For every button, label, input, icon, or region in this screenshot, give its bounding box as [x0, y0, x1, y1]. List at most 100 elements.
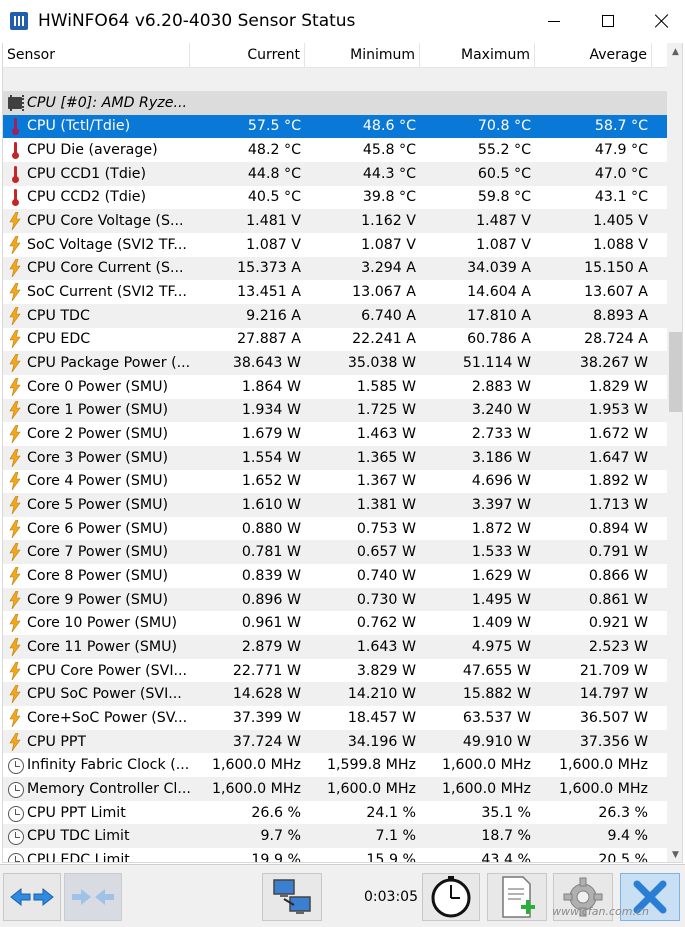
value-average: 36.507 W	[579, 709, 648, 726]
table-row[interactable]: Memory Controller Cl... 1,600.0 MHz 1,600.…	[3, 777, 667, 801]
table-row[interactable]: CPU Core Voltage (S... 1.481 V 1.162 V 1.48…	[3, 209, 667, 233]
column-header-minimum[interactable]: Minimum	[305, 43, 420, 68]
table-row[interactable]: CPU PPT Limit 26.6 % 24.1 % 35.1 % 26.3 %	[3, 801, 667, 825]
sensor-name-cell: CPU EDC	[3, 328, 190, 352]
table-row[interactable]: CPU EDC Limit 19.9 % 15.9 % 43.4 % 20.5 %	[3, 848, 667, 863]
value-average: 26.3 %	[598, 804, 648, 821]
sensor-name-cell: CPU Core Voltage (S...	[3, 209, 190, 233]
close-icon	[655, 14, 669, 28]
value-minimum: 1.365 W	[356, 449, 416, 466]
value-average: 47.9 °C	[594, 142, 648, 159]
table-row[interactable]: Core+SoC Power (SV... 37.399 W 18.457 W 63.…	[3, 706, 667, 730]
value-minimum: 1.381 W	[356, 496, 416, 513]
table-row[interactable]: Core 5 Power (SMU) 1.610 W 1.381 W 3.397 W 1…	[3, 493, 667, 517]
table-row[interactable]: CPU CCD1 (Tdie) 44.8 °C 44.3 °C 60.5 °C 47.0…	[3, 161, 667, 186]
column-header-maximum[interactable]: Maximum	[420, 43, 535, 68]
sensor-name-cell: Core 2 Power (SMU)	[3, 422, 190, 446]
table-row[interactable]: SoC Current (SVI2 TF... 13.451 A 13.067 A 1…	[3, 280, 667, 304]
table-row[interactable]: CPU EDC 27.887 A 22.241 A 60.786 A 28.724 A	[3, 328, 667, 352]
table-row[interactable]: Core 1 Power (SMU) 1.934 W 1.725 W 3.240 W 1…	[3, 398, 667, 423]
column-header-sensor[interactable]: Sensor	[3, 43, 190, 68]
table-row[interactable]: Core 8 Power (SMU) 0.839 W 0.740 W 1.629 W 0…	[3, 564, 667, 588]
network-button[interactable]	[262, 873, 322, 921]
table-row[interactable]: SoC Voltage (SVI2 TF... 1.087 V 1.087 V 1.0…	[3, 233, 667, 257]
sensor-name-cell: Core 5 Power (SMU)	[3, 493, 190, 517]
table-row[interactable]: CPU Core Current (S... 15.373 A 3.294 A 34.…	[3, 256, 667, 281]
value-minimum: 15.9 %	[366, 851, 416, 863]
value-average: 43.1 °C	[594, 189, 648, 206]
table-row[interactable]: CPU SoC Power (SVI... 14.628 W 14.210 W 15.…	[3, 682, 667, 707]
table-row[interactable]: CPU TDC Limit 9.7 % 7.1 % 18.7 % 9.4 %	[3, 824, 667, 848]
sensor-group-row[interactable]: CPU [#0]: AMD Ryze...	[3, 91, 667, 115]
scroll-up-arrow-icon[interactable]: ▲	[667, 43, 682, 60]
title-bar[interactable]: HWiNFO64 v6.20-4030 Sensor Status	[0, 0, 685, 42]
lightning-icon	[7, 283, 23, 302]
lightning-icon	[7, 330, 23, 349]
table-row[interactable]: Core 7 Power (SMU) 0.781 W 0.657 W 1.533 W 0…	[3, 540, 667, 565]
table-row[interactable]: CPU TDC 9.216 A 6.740 A 17.810 A 8.893 A	[3, 303, 667, 328]
sensor-label: CPU [#0]: AMD Ryze...	[27, 94, 187, 111]
sensor-label: Core 7 Power (SMU)	[27, 544, 168, 561]
reset-clock-button[interactable]	[422, 873, 480, 921]
logging-button[interactable]	[487, 873, 547, 921]
lightning-icon	[7, 590, 23, 609]
sensor-label: CPU PPT Limit	[27, 804, 126, 821]
table-row[interactable]: Core 9 Power (SMU) 0.896 W 0.730 W 1.495 W 0…	[3, 587, 667, 612]
column-header-average[interactable]: Average	[535, 43, 652, 68]
value-minimum: 1.162 V	[361, 213, 416, 230]
value-minimum: 44.3 °C	[362, 165, 416, 182]
sensor-label: SoC Voltage (SVI2 TF...	[27, 236, 187, 253]
value-maximum: 1,600.0 MHz	[441, 757, 531, 774]
value-minimum: 24.1 %	[366, 804, 416, 821]
value-minimum: 0.657 W	[356, 544, 416, 561]
value-maximum: 59.8 °C	[477, 189, 531, 206]
table-row[interactable]: CPU Core Power (SVI... 22.771 W 3.829 W 47.…	[3, 659, 667, 683]
value-minimum: 6.740 A	[361, 307, 416, 324]
value-maximum: 1.629 W	[471, 567, 531, 584]
elapsed-time: 0:03:05	[364, 889, 418, 905]
value-current: 0.880 W	[241, 520, 301, 537]
table-row[interactable]: CPU CCD2 (Tdie) 40.5 °C 39.8 °C 59.8 °C 43.1…	[3, 186, 667, 210]
vertical-scrollbar[interactable]: ▲ ▼	[667, 43, 682, 862]
value-maximum: 4.696 W	[471, 473, 531, 490]
table-row[interactable]: Core 4 Power (SMU) 1.652 W 1.367 W 4.696 W 1…	[3, 470, 667, 494]
minimize-button[interactable]	[531, 0, 577, 42]
value-minimum: 3.294 A	[361, 260, 416, 277]
value-average: 38.267 W	[579, 355, 648, 372]
table-row[interactable]: CPU PPT 37.724 W 34.196 W 49.910 W 37.356 W	[3, 729, 667, 754]
scrollbar-thumb[interactable]	[669, 332, 682, 412]
table-row[interactable]: Core 2 Power (SMU) 1.679 W 1.463 W 2.733 W 1…	[3, 422, 667, 446]
value-minimum: 14.210 W	[347, 686, 416, 703]
navigate-arrows-disabled-button[interactable]	[64, 873, 122, 921]
scroll-down-arrow-icon[interactable]: ▼	[667, 846, 682, 862]
maximize-button[interactable]	[585, 0, 631, 42]
column-header-current[interactable]: Current	[190, 43, 305, 68]
sensor-rows: CPU [#0]: AMD Ryze... CPU (Tctl/Tdie) 57.5…	[3, 68, 667, 863]
navigate-arrows-button[interactable]	[3, 873, 61, 921]
value-average: 28.724 A	[584, 331, 648, 348]
table-row[interactable]: Core 11 Power (SMU) 2.879 W 1.643 W 4.975 W…	[3, 635, 667, 659]
table-row[interactable]: CPU Package Power (... 38.643 W 35.038 W 51…	[3, 351, 667, 375]
lightning-icon	[7, 448, 23, 467]
close-window-button[interactable]	[639, 0, 685, 42]
table-row[interactable]: Infinity Fabric Clock (... 1,600.0 MHz 1,5…	[3, 753, 667, 777]
table-row[interactable]: Core 3 Power (SMU) 1.554 W 1.365 W 3.186 W 1…	[3, 445, 667, 470]
lightning-icon	[7, 637, 23, 656]
sensor-name-cell: CPU EDC Limit	[3, 848, 190, 862]
clock-icon	[7, 756, 24, 775]
table-row[interactable]: CPU Die (average) 48.2 °C 45.8 °C 55.2 °C 47…	[3, 138, 667, 162]
sensor-table[interactable]: Sensor Current Minimum Maximum Average C…	[2, 43, 683, 863]
table-row[interactable]: Core 0 Power (SMU) 1.864 W 1.585 W 2.883 W 1…	[3, 375, 667, 399]
table-header: Sensor Current Minimum Maximum Average	[3, 43, 667, 68]
table-row[interactable]: CPU (Tctl/Tdie) 57.5 °C 48.6 °C 70.8 °C 58.7…	[3, 114, 667, 139]
thermometer-icon	[7, 141, 23, 160]
value-minimum: 48.6 °C	[362, 118, 416, 135]
sensor-name-cell: Core 0 Power (SMU)	[3, 375, 190, 399]
table-row[interactable]: Core 6 Power (SMU) 0.880 W 0.753 W 1.872 W 0…	[3, 517, 667, 541]
value-current: 2.879 W	[241, 638, 301, 655]
sensor-label: Core 11 Power (SMU)	[27, 638, 178, 655]
table-row[interactable]: Core 10 Power (SMU) 0.961 W 0.762 W 1.409 W…	[3, 611, 667, 635]
value-current: 44.8 °C	[247, 165, 301, 182]
sensor-label: CPU Package Power (...	[27, 355, 190, 372]
value-minimum: 0.740 W	[356, 567, 416, 584]
